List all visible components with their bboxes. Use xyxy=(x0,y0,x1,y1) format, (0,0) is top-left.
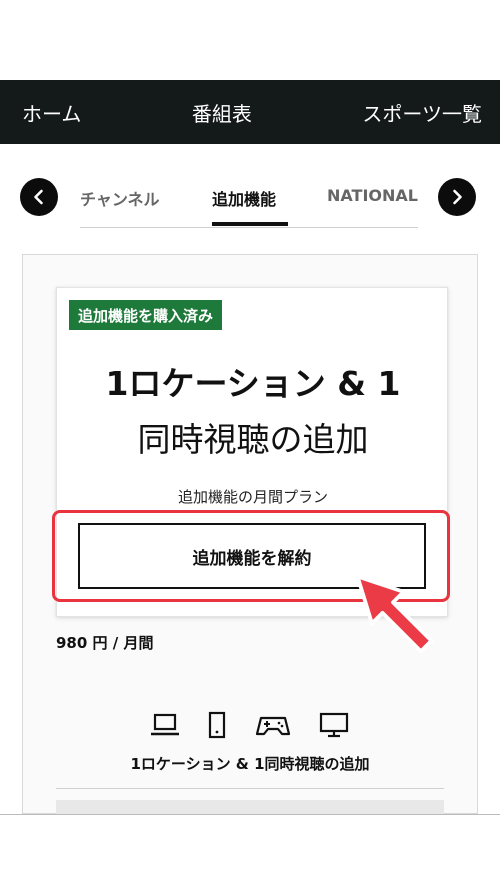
purchased-badge: 追加機能を購入済み xyxy=(69,300,223,330)
chevron-left-icon xyxy=(34,189,43,205)
pointer-arrow-icon xyxy=(355,574,434,654)
laptop-icon xyxy=(150,712,180,738)
tabs-prev-button[interactable] xyxy=(20,178,58,216)
chevron-right-icon xyxy=(453,189,462,205)
top-nav: ホーム 番組表 スポーツ一覧 xyxy=(0,80,500,144)
bottom-border xyxy=(0,814,500,815)
tabs-next-button[interactable] xyxy=(438,178,476,216)
addon-title-line2: 同時視聴の追加 xyxy=(137,420,369,459)
gamepad-icon xyxy=(255,712,291,738)
active-tab-indicator xyxy=(212,222,288,226)
tab-bar: チャンネル 追加機能 NATIONAL LEAGUE xyxy=(0,168,500,230)
divider xyxy=(56,788,444,789)
tab-channels[interactable]: チャンネル xyxy=(80,186,160,210)
next-section-bar xyxy=(56,800,444,814)
features-label: 1ロケーション & 1同時視聴の追加 xyxy=(130,755,370,773)
monitor-icon xyxy=(318,711,350,739)
tabs-row: チャンネル 追加機能 NATIONAL LEAGUE xyxy=(80,168,418,228)
tab-addons[interactable]: 追加機能 xyxy=(212,186,276,210)
nav-sports-list[interactable]: スポーツ一覧 xyxy=(362,98,482,127)
addon-title-line1: 1ロケーション & 1 xyxy=(105,364,401,403)
device-icons-row xyxy=(150,708,350,742)
nav-home[interactable]: ホーム xyxy=(22,98,81,127)
tab-national-league[interactable]: NATIONAL LEAGUE xyxy=(327,186,418,205)
addon-title: 1ロケーション & 1 同時視聴の追加 xyxy=(57,356,449,468)
price-label: 980 円 / 月間 xyxy=(56,634,154,652)
nav-schedule[interactable]: 番組表 xyxy=(192,98,252,127)
addon-subtitle: 追加機能の月間プラン xyxy=(177,488,328,506)
phone-icon xyxy=(207,711,227,739)
